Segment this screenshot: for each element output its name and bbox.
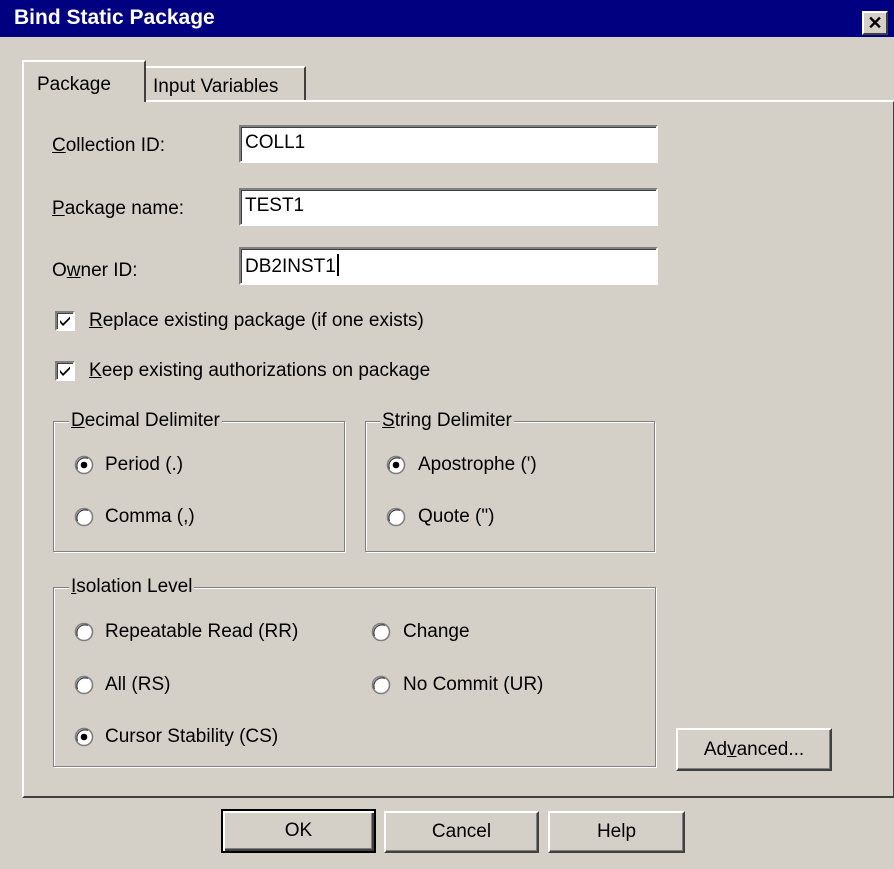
help-button[interactable]: Help — [548, 811, 685, 853]
replace-package-checkbox[interactable] — [55, 311, 75, 331]
repeatable-read-label[interactable]: Repeatable Read (RR) — [105, 621, 298, 643]
owner-id-field[interactable]: DB2INST1 — [239, 247, 658, 285]
all-rs-radio[interactable] — [74, 675, 94, 695]
package-name-field[interactable]: TEST1 — [239, 188, 658, 226]
keep-authorizations-checkbox[interactable] — [55, 361, 75, 381]
apostrophe-label[interactable]: Apostrophe (') — [418, 454, 537, 476]
collection-id-label: Collection ID: — [52, 135, 166, 156]
cursor-stability-label[interactable]: Cursor Stability (CS) — [105, 726, 278, 748]
all-rs-label[interactable]: All (RS) — [105, 674, 170, 696]
quote-radio[interactable] — [386, 507, 406, 527]
no-commit-radio[interactable] — [371, 675, 391, 695]
keep-authorizations-label[interactable]: Keep existing authorizations on package — [89, 360, 430, 382]
cancel-button[interactable]: Cancel — [384, 811, 539, 853]
apostrophe-radio[interactable] — [386, 455, 406, 475]
period-label[interactable]: Period (.) — [105, 454, 183, 476]
period-radio[interactable] — [74, 455, 94, 475]
advanced-button[interactable]: Ad v anced... — [676, 728, 832, 771]
package-name-label: Package name: — [52, 198, 185, 219]
quote-label[interactable]: Quote (") — [418, 506, 494, 528]
string-delimiter-legend: String Delimiter — [380, 410, 514, 432]
collection-id-field[interactable]: COLL1 — [239, 125, 658, 163]
text-cursor — [336, 254, 339, 276]
isolation-level-legend: Isolation Level — [69, 576, 195, 598]
checkmark-icon — [60, 316, 70, 326]
comma-radio[interactable] — [74, 507, 94, 527]
decimal-delimiter-group — [53, 421, 345, 552]
replace-package-label[interactable]: Replace existing package (if one exists) — [89, 310, 424, 332]
repeatable-read-radio[interactable] — [74, 622, 94, 642]
checkmark-icon — [60, 366, 70, 376]
decimal-delimiter-legend: Decimal Delimiter — [69, 410, 222, 432]
cursor-stability-radio[interactable] — [74, 727, 94, 747]
owner-id-label: Owner ID: — [52, 260, 138, 281]
change-label[interactable]: Change — [403, 621, 470, 643]
no-commit-label[interactable]: No Commit (UR) — [403, 674, 543, 696]
string-delimiter-group — [365, 421, 655, 552]
change-radio[interactable] — [371, 622, 391, 642]
ok-button[interactable]: OK — [221, 809, 376, 853]
comma-label[interactable]: Comma (,) — [105, 506, 195, 528]
